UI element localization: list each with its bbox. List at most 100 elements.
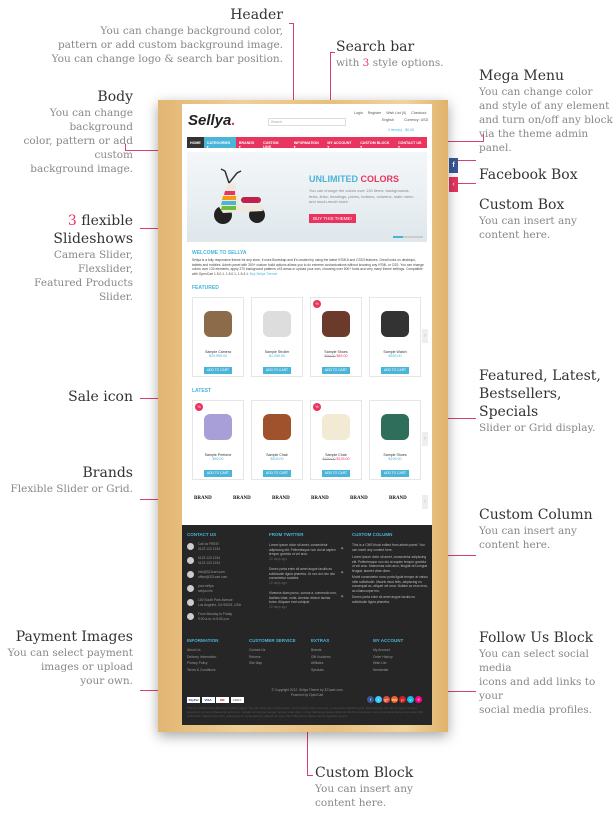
brand-logo[interactable]: BRAND <box>233 496 251 501</box>
product-card[interactable]: Sample Chair $150.00 $139.00 ADD TO CART… <box>310 400 362 480</box>
footer-link[interactable]: Contact Us <box>249 648 265 653</box>
nav-custom-link[interactable]: CUSTOM LINK <box>260 137 291 149</box>
footer-link[interactable]: Affiliates <box>311 661 323 666</box>
login-link[interactable]: Login <box>354 111 363 115</box>
welcome-title: WELCOME TO SELLYA <box>192 250 247 256</box>
flickr-icon[interactable]: fl <box>415 696 422 703</box>
add-to-cart-button[interactable]: ADD TO CART <box>203 366 233 374</box>
brands-next-arrow[interactable]: › <box>422 495 428 509</box>
pinterest-icon[interactable]: p <box>399 696 406 703</box>
buy-sellya-link[interactable]: Buy Sellya Theme! <box>250 272 278 276</box>
brand-logo[interactable]: BRAND <box>311 496 329 501</box>
footer-link[interactable]: Newsletter <box>373 668 389 673</box>
add-to-cart-button[interactable]: ADD TO CART <box>380 366 410 374</box>
nav-contact-us[interactable]: CONTACT US ▾ <box>395 137 427 149</box>
currency-select[interactable]: Currency: USD <box>404 118 428 122</box>
add-to-cart-button[interactable]: ADD TO CART <box>262 366 292 374</box>
annotation-sale-icon: Sale icon <box>68 389 133 405</box>
google-plus-icon[interactable]: g+ <box>383 696 390 703</box>
product-image[interactable] <box>197 302 239 346</box>
annotation-search: Search bar with 3 style options. <box>336 39 444 69</box>
footer-link[interactable]: Wish List <box>373 661 386 666</box>
welcome-text: Sellya is a fully responsive theme for a… <box>192 258 424 276</box>
contact-item: 0123 123 1234 0123 123 1234 <box>198 556 221 565</box>
annotation-slideshows: 3 flexible Slideshows Camera Slider, Fle… <box>34 213 133 303</box>
vimeo-icon[interactable]: v <box>407 696 414 703</box>
facebook-tab-icon[interactable]: f <box>449 158 458 173</box>
product-image[interactable] <box>315 302 357 346</box>
checkout-link[interactable]: Checkout <box>411 111 426 115</box>
search-input[interactable]: Search <box>268 118 346 126</box>
contact-item: Call us FREE! 0123 123 1234 <box>198 542 221 551</box>
twitter-bird-icon: ✦ <box>340 546 345 552</box>
twitter-icon[interactable]: t <box>375 696 382 703</box>
footer-link[interactable]: About Us <box>187 648 201 653</box>
product-image[interactable] <box>197 405 239 449</box>
custom-box-tab-icon[interactable]: ‹ <box>449 177 458 192</box>
product-image[interactable] <box>256 405 298 449</box>
product-image[interactable] <box>315 405 357 449</box>
footer-link[interactable]: Brands <box>311 648 321 653</box>
footer-link[interactable]: My Account <box>373 648 390 653</box>
contact-icon <box>187 585 194 592</box>
add-to-cart-button[interactable]: ADD TO CART <box>321 366 351 374</box>
carousel-next-arrow[interactable]: › <box>422 432 428 446</box>
product-card[interactable]: Sample Watch $539.00 ADD TO CART <box>369 297 421 377</box>
annotation-custom-box: Custom Box You can insert any content he… <box>479 197 577 241</box>
nav-my-account[interactable]: MY ACCOUNT ▾ <box>324 137 357 149</box>
add-to-cart-button[interactable]: ADD TO CART <box>380 469 410 477</box>
nav-information[interactable]: INFORMATION ▾ <box>291 137 325 149</box>
nav-brands[interactable]: BRANDS ▾ <box>236 137 260 149</box>
brand-logo[interactable]: BRAND <box>389 496 407 501</box>
slider-title-1: UNLIMITED <box>309 174 358 184</box>
mega-menu: HOME CATEGORIES ▾ BRANDS ▾ CUSTOM LINK I… <box>187 137 427 149</box>
slideshow[interactable]: UNLIMITED COLORS You can change the colo… <box>187 152 427 242</box>
add-to-cart-button[interactable]: ADD TO CART <box>321 469 351 477</box>
brand-logo[interactable]: BRAND <box>350 496 368 501</box>
slider-pagination[interactable] <box>393 236 423 238</box>
product-image[interactable] <box>374 405 416 449</box>
custom-paragraph: This is a CMS block edited from admin pa… <box>352 543 425 552</box>
product-card[interactable]: Sample Chair $529.00 ADD TO CART <box>251 400 303 480</box>
product-card[interactable]: Sample Stroller $1,099.00 ADD TO CART <box>251 297 303 377</box>
product-image[interactable] <box>374 302 416 346</box>
nav-custom-block[interactable]: CUSTOM BLOCK ▾ <box>357 137 395 149</box>
buy-theme-button[interactable]: BUY THIS THEME! <box>309 214 356 223</box>
tweet: Donec porta enim sit amet augue iaculis … <box>269 567 335 581</box>
wishlist-link[interactable]: Wish List (0) <box>386 111 406 115</box>
footer-link[interactable]: Site Map <box>249 661 262 666</box>
footer-link[interactable]: Delivery Information <box>187 655 216 660</box>
add-to-cart-button[interactable]: ADD TO CART <box>262 469 292 477</box>
footer-link[interactable]: Gift Vouchers <box>311 655 331 660</box>
nav-categories[interactable]: CATEGORIES ▾ <box>203 137 236 149</box>
product-image[interactable] <box>256 302 298 346</box>
custom-paragraph: Lorem ipsum dolor sit amet, consectetur … <box>352 555 428 573</box>
annotation-follow-us: Follow Us Block You can select social me… <box>479 630 596 716</box>
footer-link[interactable]: Order History <box>373 655 393 660</box>
cart-summary[interactable]: 0 item(s) - $0.00 <box>388 128 414 132</box>
rss-icon[interactable]: rss <box>391 696 398 703</box>
visa-icon: VISA <box>201 697 215 703</box>
facebook-icon[interactable]: f <box>367 696 374 703</box>
language-select[interactable]: English <box>382 118 394 122</box>
nav-home[interactable]: HOME <box>187 137 204 148</box>
register-link[interactable]: Register <box>368 111 381 115</box>
product-card[interactable]: Sample Perfume $59.00 ADD TO CART % <box>192 400 244 480</box>
brand-logo[interactable]: BRAND <box>272 496 290 501</box>
footer-link[interactable]: Terms & Conditions <box>187 668 216 673</box>
annotation-body: Body You can change background color, pa… <box>23 89 133 175</box>
footer-link[interactable]: Specials <box>311 668 323 673</box>
carousel-next-arrow[interactable]: › <box>422 329 428 343</box>
custom-block-text: This is a CMS block edited from admin pa… <box>187 706 424 718</box>
brand-logo[interactable]: BRAND <box>194 496 212 501</box>
product-card[interactable]: Sample Camera $29,999.00 ADD TO CART <box>192 297 244 377</box>
product-card[interactable]: Sample Shoes $99.00 $89.00 ADD TO CART % <box>310 297 362 377</box>
footer-link[interactable]: Returns <box>249 655 261 660</box>
product-price: $59.00 <box>212 457 224 461</box>
add-to-cart-button[interactable]: ADD TO CART <box>203 469 233 477</box>
footer-link[interactable]: Privacy Policy <box>187 661 208 666</box>
annotation-facebook-box: Facebook Box <box>479 167 578 183</box>
logo[interactable]: Sellya. <box>188 112 236 129</box>
contact-item: From Monday to Friday 9:00 a.m. to 5:00 … <box>198 612 233 621</box>
product-card[interactable]: Sample Shoes $199.00 ADD TO CART <box>369 400 421 480</box>
